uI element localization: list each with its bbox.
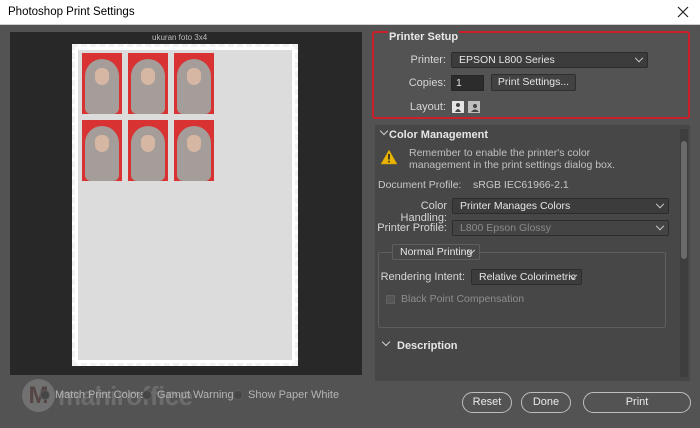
gamut-warning-label: Gamut Warning [157,389,234,401]
printer-profile-label: Printer Profile: [377,222,447,234]
passport-photo [174,120,214,181]
color-handling-select[interactable]: Printer Manages Colors [452,198,669,214]
settings-panel: Printer Setup Printer: EPSON L800 Series… [369,31,693,381]
scrollbar-thumb[interactable] [681,141,687,259]
color-management-title[interactable]: Color Management [389,129,488,141]
warning-text-line2: management in the print settings dialog … [409,159,616,171]
vertical-scrollbar[interactable] [680,129,688,377]
gamut-warning-checkbox[interactable] [142,390,152,400]
preview-header: ukuran foto 3x4 [152,33,208,42]
black-point-checkbox [386,294,395,304]
document-profile-label: Document Profile: [378,179,462,191]
printer-setup-legend: Printer Setup [388,31,460,43]
description-title[interactable]: Description [397,340,458,352]
portrait-icon[interactable] [452,101,464,113]
printer-profile-value: L800 Epson Glossy [460,222,552,234]
close-icon[interactable] [674,3,692,21]
warning-text-line1: Remember to enable the printer's color [409,147,591,159]
black-point-label: Black Point Compensation [401,293,525,305]
match-print-colors-option[interactable]: Match Print Colors [40,389,145,401]
print-settings-button[interactable]: Print Settings... [491,74,576,91]
printer-profile-select: L800 Epson Glossy [452,220,669,236]
reset-button[interactable]: Reset [462,392,512,413]
printer-setup-group: Printer Setup Printer: EPSON L800 Series… [372,31,690,119]
passport-photo [174,53,214,114]
chevron-down-icon [655,199,665,209]
copies-label: Copies: [408,77,446,89]
paper-border[interactable] [72,44,298,366]
chevron-down-icon [655,221,665,231]
title-bar: Photoshop Print Settings [0,0,700,25]
rendering-intent-label: Rendering Intent: [380,271,465,283]
gamut-warning-option[interactable]: Gamut Warning [142,389,234,401]
passport-photo [128,53,168,114]
match-print-colors-label: Match Print Colors [55,389,146,401]
chevron-down-icon[interactable] [379,126,389,136]
options-scroll-area[interactable]: Color Management Remember to enable the … [375,125,690,381]
paper-area [78,50,292,360]
rendering-intent-select[interactable]: Relative Colorimetric [471,269,582,285]
rendering-intent-value: Relative Colorimetric [479,271,576,283]
match-print-colors-checkbox[interactable] [40,390,50,400]
passport-photo [128,120,168,181]
black-point-option: Black Point Compensation [386,293,524,305]
show-paper-white-label: Show Paper White [248,389,340,401]
passport-photo [82,53,122,114]
normal-printing-value: Normal Printing [400,246,473,258]
print-button[interactable]: Print [583,392,691,413]
chevron-down-icon[interactable] [381,337,391,347]
document-profile-value: sRGB IEC61966-2.1 [473,179,569,191]
color-handling-label: Color Handling: [400,200,447,224]
done-button[interactable]: Done [521,392,571,413]
printer-select[interactable]: EPSON L800 Series [451,52,648,68]
print-preview: ukuran foto 3x4 [10,32,362,375]
window-title: Photoshop Print Settings [8,6,135,18]
rendering-group [378,252,666,328]
color-handling-value: Printer Manages Colors [460,200,571,212]
layout-label: Layout: [409,101,446,113]
printer-value: EPSON L800 Series [459,54,555,66]
passport-photo [82,120,122,181]
warning-icon [380,149,398,165]
normal-printing-select[interactable]: Normal Printing [392,244,480,260]
landscape-icon[interactable] [468,101,480,113]
chevron-down-icon [634,53,644,63]
print-dialog: ukuran foto 3x4 M mahiroffice Match Prin… [0,25,700,428]
printer-label: Printer: [410,54,446,66]
show-paper-white-option[interactable]: Show Paper White [233,389,339,401]
show-paper-white-checkbox[interactable] [233,390,243,400]
copies-input[interactable]: 1 [451,75,484,91]
